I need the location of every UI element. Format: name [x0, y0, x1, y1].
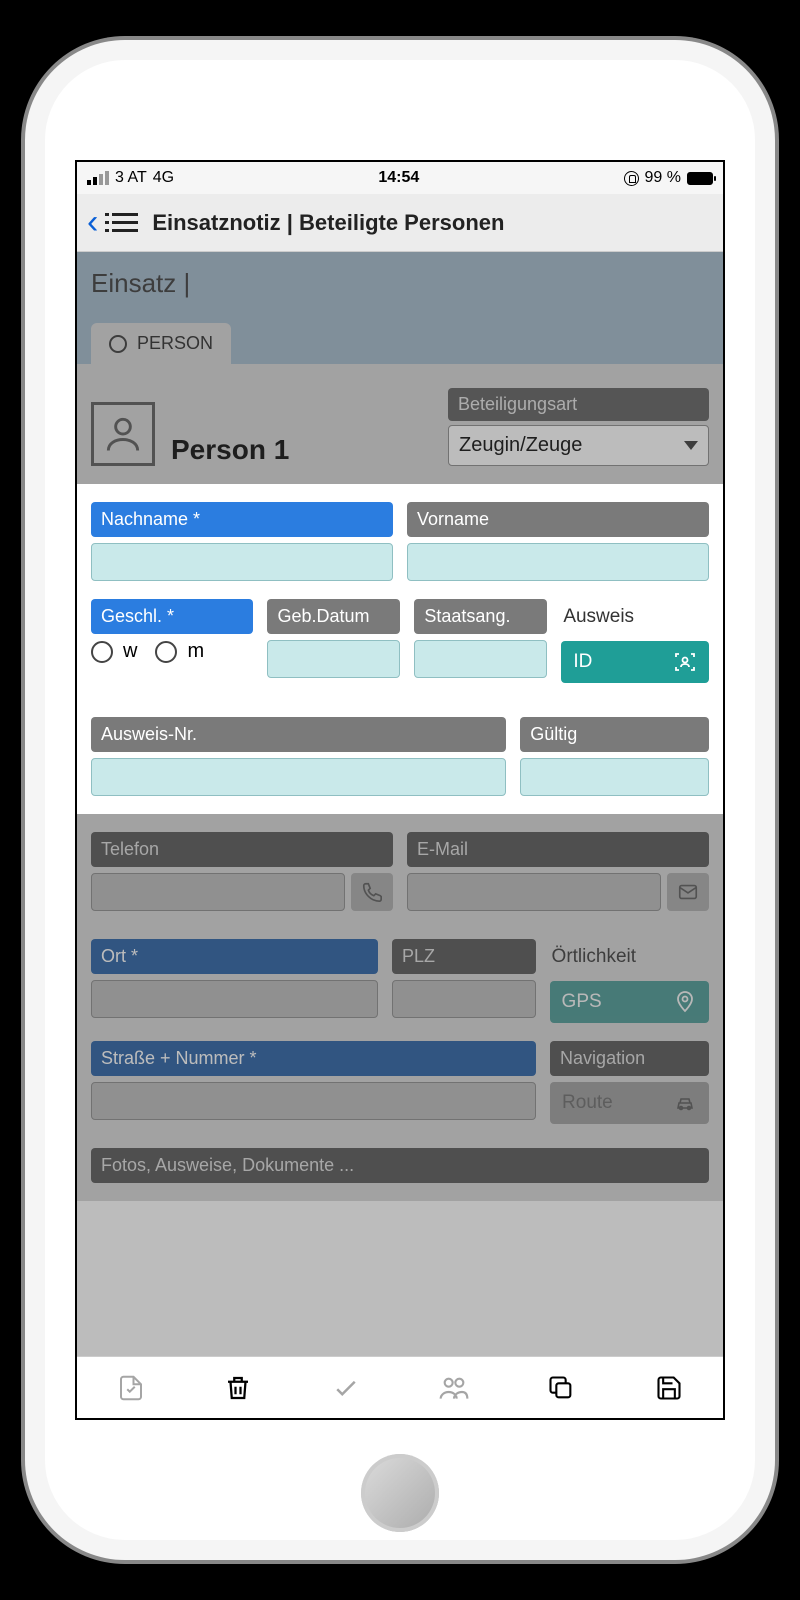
nav-header: ‹ Einsatznotiz | Beteiligte Personen — [77, 194, 723, 252]
person-icon — [101, 412, 145, 456]
confirm-button[interactable] — [328, 1370, 364, 1406]
einsatz-title: Einsatz | — [91, 268, 709, 299]
label-nachname: Nachname * — [91, 502, 393, 537]
list-menu-icon[interactable] — [112, 213, 138, 232]
radio-m[interactable] — [155, 641, 177, 663]
einsatz-band: Einsatz | PERSON — [77, 252, 723, 364]
bottom-toolbar — [77, 1356, 723, 1418]
copy-icon — [547, 1374, 575, 1402]
copy-button[interactable] — [543, 1370, 579, 1406]
screen: 3 AT 4G 14:54 99 % ‹ Einsatznotiz | Bete… — [75, 160, 725, 1420]
save-icon — [655, 1374, 683, 1402]
mail-icon — [677, 881, 699, 903]
radio-icon — [109, 335, 127, 353]
person-title: Person 1 — [171, 434, 432, 466]
person-header: Person 1 Beteiligungsart Zeugin/Zeuge — [77, 364, 723, 484]
avatar-placeholder[interactable] — [91, 402, 155, 466]
back-button[interactable]: ‹ — [87, 203, 98, 242]
input-gueltig[interactable] — [520, 758, 709, 796]
signal-icon — [87, 171, 109, 185]
role-dropdown[interactable]: Zeugin/Zeuge — [448, 425, 709, 466]
label-navigation: Navigation — [550, 1041, 709, 1076]
status-bar: 3 AT 4G 14:54 99 % — [77, 162, 723, 194]
gps-btn-label: GPS — [562, 991, 602, 1013]
nav-title: Einsatznotiz | Beteiligte Personen — [152, 210, 504, 236]
input-strasse[interactable] — [91, 1082, 536, 1120]
phone-frame: 3 AT 4G 14:54 99 % ‹ Einsatznotiz | Bete… — [25, 40, 775, 1560]
input-ort[interactable] — [91, 980, 378, 1018]
people-button[interactable] — [436, 1370, 472, 1406]
pin-icon — [673, 990, 697, 1014]
car-icon — [673, 1091, 697, 1115]
rotation-lock-icon — [624, 171, 639, 186]
route-btn-label: Route — [562, 1092, 613, 1114]
label-ausweisnr: Ausweis-Nr. — [91, 717, 506, 752]
phone-icon — [361, 881, 383, 903]
label-geschlecht: Geschl. * — [91, 599, 253, 634]
check-icon — [331, 1373, 361, 1403]
gender-w-label: w — [123, 640, 137, 663]
role-label: Beteiligungsart — [448, 388, 709, 421]
tab-person-label: PERSON — [137, 333, 213, 354]
battery-percent: 99 % — [645, 169, 681, 187]
label-gebdatum: Geb.Datum — [267, 599, 400, 634]
people-icon — [438, 1372, 470, 1404]
label-oertlichkeit: Örtlichkeit — [550, 939, 709, 975]
form-contact-section: Telefon E-Mail — [77, 814, 723, 1201]
pdf-icon — [116, 1373, 146, 1403]
gps-button[interactable]: GPS — [550, 981, 709, 1023]
carrier-label: 3 AT — [115, 169, 147, 187]
network-label: 4G — [153, 169, 174, 187]
input-vorname[interactable] — [407, 543, 709, 581]
input-staatsang[interactable] — [414, 640, 547, 678]
clock: 14:54 — [378, 169, 419, 187]
input-ausweisnr[interactable] — [91, 758, 506, 796]
label-staatsang: Staatsang. — [414, 599, 547, 634]
input-gebdatum[interactable] — [267, 640, 400, 678]
label-ort: Ort * — [91, 939, 378, 974]
label-fotos[interactable]: Fotos, Ausweise, Dokumente ... — [91, 1148, 709, 1183]
label-plz: PLZ — [392, 939, 536, 974]
label-telefon: Telefon — [91, 832, 393, 867]
gender-m-label: m — [187, 640, 204, 663]
home-button[interactable] — [361, 1454, 439, 1532]
input-telefon[interactable] — [91, 873, 345, 911]
label-gueltig: Gültig — [520, 717, 709, 752]
tab-person[interactable]: PERSON — [91, 323, 231, 364]
delete-button[interactable] — [220, 1370, 256, 1406]
battery-icon — [687, 172, 713, 185]
route-button[interactable]: Route — [550, 1082, 709, 1124]
id-btn-label: ID — [573, 651, 592, 673]
pdf-button[interactable] — [113, 1370, 149, 1406]
input-plz[interactable] — [392, 980, 536, 1018]
trash-icon — [223, 1373, 253, 1403]
chevron-down-icon — [684, 441, 698, 450]
role-value: Zeugin/Zeuge — [459, 434, 582, 457]
scan-person-icon — [673, 650, 697, 674]
form-identity-section: Nachname * Vorname Geschl. * — [77, 484, 723, 814]
label-email: E-Mail — [407, 832, 709, 867]
id-scan-button[interactable]: ID — [561, 641, 709, 683]
radio-w[interactable] — [91, 641, 113, 663]
input-email[interactable] — [407, 873, 661, 911]
email-send-button[interactable] — [667, 873, 709, 911]
label-strasse: Straße + Nummer * — [91, 1041, 536, 1076]
phone-call-button[interactable] — [351, 873, 393, 911]
label-vorname: Vorname — [407, 502, 709, 537]
label-ausweis: Ausweis — [561, 599, 709, 635]
input-nachname[interactable] — [91, 543, 393, 581]
save-button[interactable] — [651, 1370, 687, 1406]
